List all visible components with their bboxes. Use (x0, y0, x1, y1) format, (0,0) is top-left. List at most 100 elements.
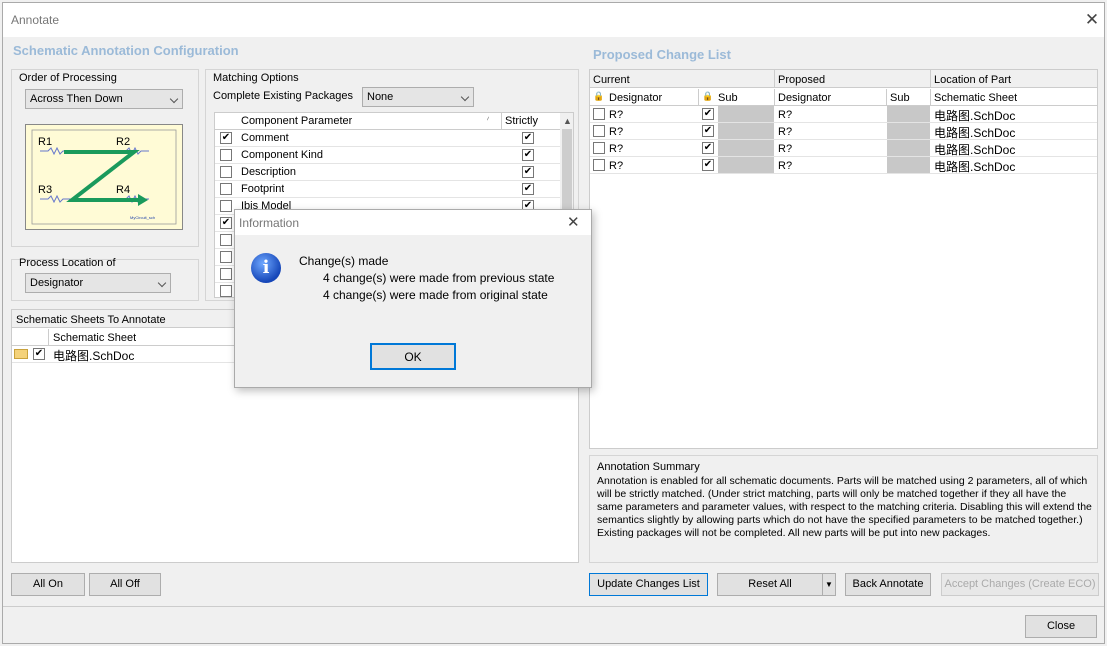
col-component-parameter[interactable]: Component Parameter (241, 115, 352, 127)
current-sub (718, 157, 774, 173)
chevron-down-icon (169, 94, 179, 104)
dialog-title-bar: Information ✕ (235, 210, 591, 235)
col-schematic-sheet[interactable]: Schematic Sheet (53, 332, 136, 344)
change-row[interactable]: R? ✔ R? 电路图.SchDoc (590, 123, 1097, 140)
proposed-sub (887, 106, 930, 122)
r2-label: R2 (116, 136, 130, 148)
row-lock-checkbox[interactable] (593, 142, 605, 154)
parameter-checkbox[interactable] (220, 268, 232, 280)
col-current: Current (593, 74, 630, 86)
parameter-row: ✔ Comment ✔ (215, 130, 560, 147)
change-row[interactable]: R? ✔ R? 电路图.SchDoc (590, 140, 1097, 157)
current-sub (718, 123, 774, 139)
change-list-grid: Current Proposed Location of Part 🔒 Desi… (589, 69, 1098, 449)
complete-packages-dropdown[interactable]: None (362, 87, 474, 107)
col-sub[interactable]: Sub (718, 92, 738, 104)
parameter-checkbox[interactable]: ✔ (220, 217, 232, 229)
scrollbar-thumb[interactable] (562, 129, 572, 209)
scroll-up-icon[interactable]: ▲ (563, 116, 572, 126)
strict-checkbox[interactable]: ✔ (522, 132, 534, 144)
all-off-button[interactable]: All Off (89, 573, 161, 596)
col-strictly[interactable]: Strictly (505, 115, 538, 127)
parameter-checkbox[interactable] (220, 251, 232, 263)
parameter-checkbox[interactable] (220, 183, 232, 195)
header-divider (48, 329, 49, 346)
header-divider (930, 70, 931, 88)
row-lock-checkbox[interactable] (593, 108, 605, 120)
strict-checkbox[interactable]: ✔ (522, 149, 534, 161)
ok-button[interactable]: OK (370, 343, 456, 370)
footer-divider (3, 606, 1104, 607)
sheet-checkbox[interactable]: ✔ (33, 348, 45, 360)
sub-lock-checkbox[interactable]: ✔ (702, 125, 714, 137)
back-annotate-button[interactable]: Back Annotate (845, 573, 931, 596)
lock-icon[interactable]: 🔒 (593, 91, 603, 103)
col-designator[interactable]: Designator (609, 92, 662, 104)
parameter-name: Footprint (241, 183, 285, 195)
lock-icon[interactable]: 🔒 (702, 91, 712, 103)
process-location-group: Process Location of Designator (11, 257, 199, 301)
change-row[interactable]: R? ✔ R? 电路图.SchDoc (590, 106, 1097, 123)
chevron-down-icon (460, 92, 470, 102)
matching-options-label: Matching Options (213, 72, 299, 84)
strict-checkbox[interactable]: ✔ (522, 166, 534, 178)
header-divider (501, 113, 502, 130)
parameter-checkbox[interactable] (220, 149, 232, 161)
parameter-row: Description ✔ (215, 164, 560, 181)
col-location: Location of Part (934, 74, 1012, 86)
header-divider (774, 70, 775, 88)
order-preview: R1 R2 R3 R4 MyCircuit_sch (25, 124, 183, 230)
r3-label: R3 (38, 184, 52, 196)
preview-caption: MyCircuit_sch (130, 215, 155, 220)
dialog-close-icon[interactable]: ✕ (567, 213, 580, 231)
complete-packages-value: None (367, 91, 394, 103)
parameter-checkbox[interactable]: ✔ (220, 132, 232, 144)
title-bar: Annotate ✕ (3, 3, 1104, 37)
change-list-group-header: Current Proposed Location of Part (590, 70, 1097, 88)
order-group: Order of Processing Across Then Down R1 … (11, 69, 199, 247)
row-sheet: 电路图.SchDoc (934, 143, 1016, 157)
process-location-label: Process Location of (19, 257, 116, 269)
order-dropdown[interactable]: Across Then Down (25, 89, 183, 109)
col-schematic-sheet[interactable]: Schematic Sheet (934, 92, 1017, 104)
dialog-heading: Change(s) made (299, 254, 389, 268)
parameter-checkbox[interactable] (220, 200, 232, 212)
col-proposed-sub[interactable]: Sub (890, 92, 910, 104)
strict-checkbox[interactable]: ✔ (522, 183, 534, 195)
row-lock-checkbox[interactable] (593, 159, 605, 171)
header-divider (886, 89, 887, 106)
parameter-checkbox[interactable] (220, 166, 232, 178)
current-designator: R? (609, 109, 624, 121)
current-sub (718, 106, 774, 122)
information-dialog: Information ✕ i Change(s) made 4 change(… (234, 209, 592, 388)
dialog-title: Information (239, 216, 300, 230)
row-sheet: 电路图.SchDoc (934, 126, 1016, 140)
proposed-designator: R? (778, 126, 793, 138)
process-location-value: Designator (30, 277, 84, 289)
process-location-dropdown[interactable]: Designator (25, 273, 171, 293)
summary-label: Annotation Summary (597, 461, 700, 473)
current-sub (718, 140, 774, 156)
close-icon[interactable]: ✕ (1081, 9, 1103, 31)
sub-lock-checkbox[interactable]: ✔ (702, 142, 714, 154)
accept-changes-button[interactable]: Accept Changes (Create ECO) (941, 573, 1099, 596)
parameter-name: Component Kind (241, 149, 323, 161)
all-on-button[interactable]: All On (11, 573, 85, 596)
close-button[interactable]: Close (1025, 615, 1097, 638)
sub-lock-checkbox[interactable]: ✔ (702, 159, 714, 171)
col-proposed: Proposed (778, 74, 826, 86)
parameter-checkbox[interactable] (220, 285, 232, 297)
change-row[interactable]: R? ✔ R? 电路图.SchDoc (590, 157, 1097, 174)
parameter-checkbox[interactable] (220, 234, 232, 246)
row-sheet: 电路图.SchDoc (934, 160, 1016, 174)
reset-all-button[interactable]: Reset All (717, 573, 823, 596)
proposed-designator: R? (778, 160, 793, 172)
col-proposed-designator[interactable]: Designator (778, 92, 831, 104)
reset-dropdown-icon[interactable]: ▼ (822, 573, 836, 596)
sub-lock-checkbox[interactable]: ✔ (702, 108, 714, 120)
row-lock-checkbox[interactable] (593, 125, 605, 137)
update-changes-button[interactable]: Update Changes List (589, 573, 708, 596)
header-divider (698, 89, 699, 106)
sheet-name: 电路图.SchDoc (53, 349, 135, 363)
folder-icon (14, 349, 28, 359)
